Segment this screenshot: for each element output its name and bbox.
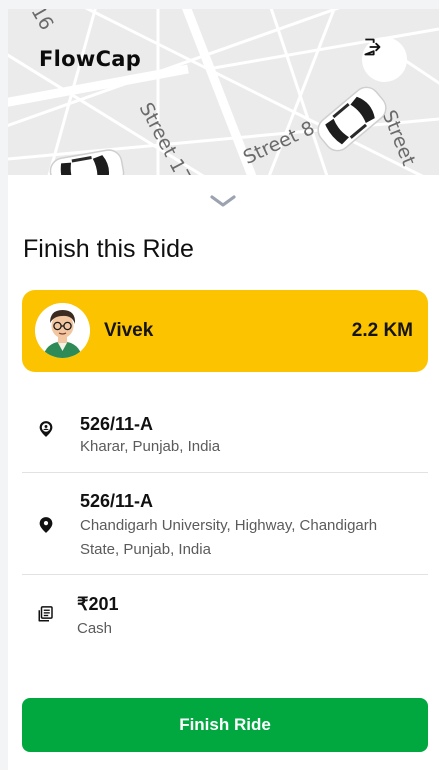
location-pin-icon — [39, 517, 53, 533]
dropoff-code: 526/11-A — [80, 491, 154, 511]
rider-card: Vivek 2.2 KM — [22, 290, 428, 372]
fare-amount: ₹201 — [77, 594, 119, 614]
fare-row: ₹201 Cash — [22, 585, 428, 645]
pickup-row: 526/11-A Kharar, Punjab, India — [22, 403, 428, 463]
pickup-address: Kharar, Punjab, India — [80, 438, 221, 455]
user-avatar — [35, 303, 90, 358]
receipt-icon — [38, 606, 53, 622]
page-title: Finish this Ride — [23, 235, 194, 263]
finish-ride-button[interactable]: Finish Ride — [22, 698, 428, 752]
rider-avatar — [35, 303, 90, 358]
logout-button[interactable] — [362, 37, 407, 82]
logout-icon — [364, 38, 381, 56]
divider — [22, 574, 428, 575]
app-screen: 16 Street 17 Street 8 Street FlowCap Fin… — [8, 9, 439, 770]
user-location-pin-icon — [39, 421, 53, 437]
rider-name: Vivek — [104, 320, 154, 341]
divider — [22, 472, 428, 473]
dropoff-row: 526/11-A Chandigarh University, Highway,… — [22, 482, 428, 572]
chevron-down-icon[interactable] — [209, 193, 237, 209]
map-view[interactable]: 16 Street 17 Street 8 Street FlowCap — [8, 9, 439, 175]
payment-method: Cash — [77, 620, 113, 637]
ride-distance: 2.2 KM — [351, 320, 413, 341]
app-brand: FlowCap — [39, 47, 142, 71]
pickup-code: 526/11-A — [80, 414, 154, 434]
dropoff-address: Chandigarh University, Highway, Chandiga… — [80, 517, 378, 558]
